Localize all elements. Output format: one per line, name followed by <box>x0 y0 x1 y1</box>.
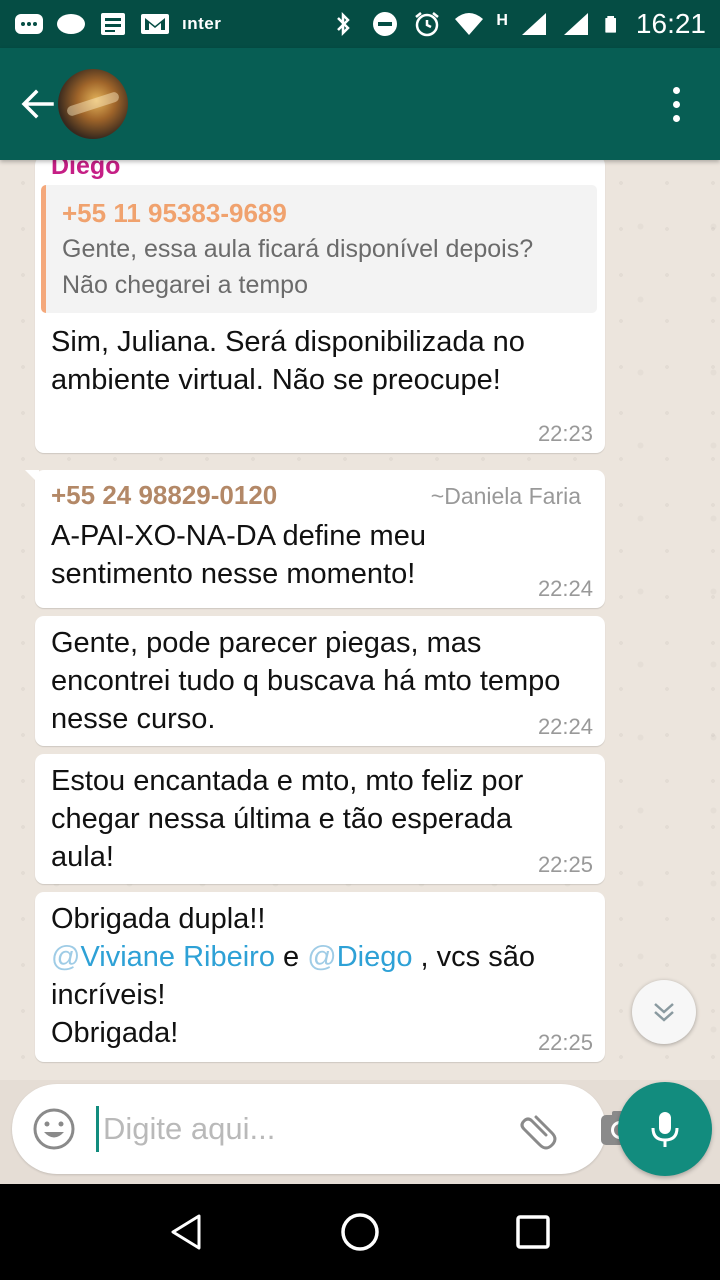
message-line: Obrigada! <box>51 1017 179 1049</box>
voice-message-button[interactable] <box>618 1082 712 1176</box>
signal-icon <box>521 13 546 35</box>
message-text: Gente, pode parecer piegas, mas encontre… <box>51 627 561 735</box>
circle-home-icon <box>341 1213 379 1251</box>
nav-recents-button[interactable] <box>503 1202 563 1262</box>
paperclip-icon <box>520 1115 557 1150</box>
message-bubble[interactable]: +55 24 98829-0120 ~Daniela Faria A-PAI-X… <box>25 470 605 608</box>
signal-icon <box>563 13 588 35</box>
microphone-icon <box>651 1112 679 1147</box>
back-button[interactable] <box>12 74 64 134</box>
message-bubble[interactable]: Estou encantada e mto, mto feliz por che… <box>35 754 605 884</box>
group-avatar[interactable] <box>58 69 128 139</box>
double-chevron-down-icon <box>654 1003 674 1022</box>
emoji-icon <box>33 1108 75 1150</box>
message-bubble-icon <box>57 14 85 34</box>
bluetooth-icon <box>337 11 351 37</box>
nav-home-button[interactable] <box>330 1202 390 1262</box>
news-icon <box>101 13 125 35</box>
message-text: Sim, Juliana. Será disponibilizada no am… <box>51 326 525 396</box>
chat-messages-area[interactable]: Diego +55 11 95383-9689 Gente, essa aula… <box>0 160 720 1080</box>
status-bar: ınter H 16:21 <box>0 0 720 48</box>
message-text: Estou encantada e mto, mto feliz por che… <box>51 765 524 873</box>
sender-name[interactable]: Diego <box>51 160 589 181</box>
quoted-message[interactable]: +55 11 95383-9689 Gente, essa aula ficar… <box>41 185 597 313</box>
emoji-button[interactable] <box>32 1107 76 1151</box>
square-recents-icon <box>516 1215 551 1249</box>
sender-phone[interactable]: +55 24 98829-0120 <box>51 480 277 511</box>
scroll-to-bottom-button[interactable] <box>632 980 696 1044</box>
quoted-author: +55 11 95383-9689 <box>62 198 287 228</box>
message-composer <box>12 1084 639 1174</box>
mention-at-sign: @ <box>307 941 337 973</box>
triangle-back-icon <box>171 1214 201 1250</box>
mention-at-sign: @ <box>51 941 81 973</box>
attach-button[interactable] <box>516 1107 560 1151</box>
battery-icon <box>605 16 616 33</box>
network-type-label: H <box>496 12 508 29</box>
message-line: Obrigada dupla!! <box>51 903 266 935</box>
message-connector: e <box>274 941 308 973</box>
message-text: Obrigada dupla!! @Viviane Ribeiro e @Die… <box>51 900 589 1052</box>
mention-link[interactable]: Viviane Ribeiro <box>80 941 275 973</box>
message-time: 22:25 <box>537 852 593 877</box>
message-time: 22:23 <box>537 421 593 446</box>
gmail-icon <box>141 14 169 34</box>
message-bubble[interactable]: Gente, pode parecer piegas, mas encontre… <box>35 616 605 746</box>
chat-notification-icon <box>15 14 43 34</box>
wifi-icon <box>455 13 484 35</box>
nav-back-button[interactable] <box>157 1202 217 1262</box>
message-time: 22:25 <box>537 1030 593 1055</box>
more-options-button[interactable] <box>654 74 698 134</box>
carrier-label: ınter <box>182 14 222 33</box>
system-navigation-bar <box>0 1184 720 1280</box>
status-time: 16:21 <box>635 8 706 39</box>
message-time: 22:24 <box>537 576 593 601</box>
chat-header <box>0 48 720 160</box>
message-text: A-PAI-XO-NA-DA define meu sentimento nes… <box>51 520 426 590</box>
more-vert-icon <box>672 86 680 94</box>
arrow-left-icon <box>21 89 54 119</box>
do-not-disturb-icon <box>373 12 398 36</box>
sender-push-name: ~Daniela Faria <box>430 483 581 509</box>
alarm-icon <box>415 12 440 37</box>
message-input[interactable] <box>96 1106 502 1152</box>
message-bubble[interactable]: Diego +55 11 95383-9689 Gente, essa aula… <box>35 160 605 453</box>
quoted-text: Gente, essa aula ficará disponível depoi… <box>62 235 534 299</box>
message-time: 22:24 <box>537 714 593 739</box>
message-bubble[interactable]: Obrigada dupla!! @Viviane Ribeiro e @Die… <box>35 892 605 1062</box>
bubble-tail <box>25 470 39 484</box>
mention-link[interactable]: Diego <box>337 941 413 973</box>
